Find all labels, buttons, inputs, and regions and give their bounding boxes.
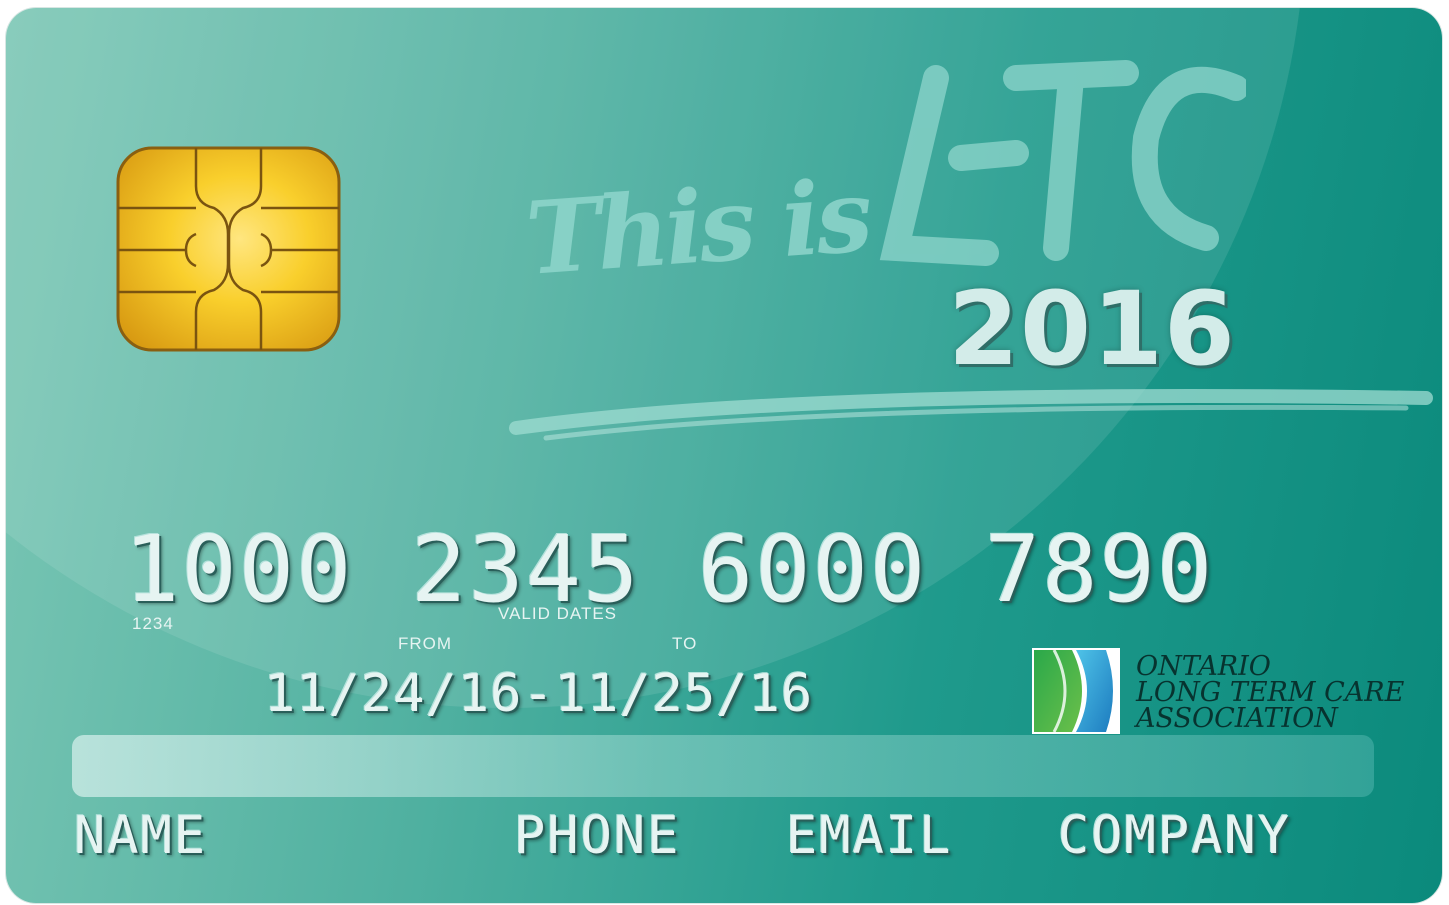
card-small-code: 1234 <box>132 614 174 633</box>
logo-this-is: This is <box>522 156 873 298</box>
signature-strip <box>72 735 1374 797</box>
field-name: NAME <box>74 806 208 866</box>
emv-chip-icon <box>116 146 341 352</box>
field-email: EMAIL <box>786 806 953 866</box>
oltca-logo-icon <box>1032 648 1120 734</box>
ltc-brush-logo <box>879 60 1246 266</box>
valid-to-label: TO <box>672 634 698 653</box>
valid-from-label: FROM <box>398 634 453 653</box>
valid-dates-value: 11/24/16-11/25/16 <box>264 664 814 724</box>
association-line-3: ASSOCIATION <box>1136 703 1338 734</box>
association-name: ONTARIO LONG TERM CARE ASSOCIATION <box>1136 653 1404 734</box>
brush-underline <box>509 389 1433 441</box>
field-company: COMPANY <box>1058 806 1292 866</box>
event-badge-card: This is 2016 1000 2345 6000 7890 1234 VA… <box>6 8 1442 903</box>
card-number: 1000 2345 6000 7890 <box>124 516 1215 623</box>
field-phone: PHONE <box>514 806 681 866</box>
valid-dates-label: VALID DATES <box>498 604 618 623</box>
